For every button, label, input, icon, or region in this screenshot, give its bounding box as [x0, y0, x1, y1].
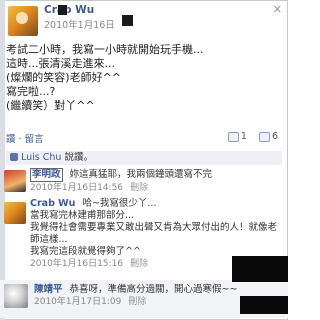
redaction-mark — [122, 15, 133, 26]
likes-suffix: 說讚。 — [64, 152, 93, 163]
post-line: 寫完啦...? — [6, 85, 56, 98]
author-avatar[interactable] — [8, 6, 38, 36]
comment-date[interactable]: 2010年1月16日14:56 — [30, 183, 123, 193]
author-name[interactable]: Crab Wu — [44, 4, 94, 16]
post-body: 考試二小時，我寫一小時就開始玩手機... 這時...張清溪走進來... (燦爛的… — [6, 43, 276, 113]
separator: · — [18, 134, 22, 145]
comment-icon — [258, 131, 270, 142]
comment-body: 當我寫完林建甫那部分... — [30, 210, 135, 221]
comment-item: 李明政 妳這真猛耶，我兩個鐘頭還寫不完 2010年1月16日14:56 刪除 — [0, 168, 288, 196]
commenter-avatar[interactable] — [4, 202, 26, 224]
delete-link[interactable]: 刪除 — [130, 183, 148, 193]
comment-text: 李明政 妳這真猛耶，我兩個鐘頭還寫不完 2010年1月16日14:56 刪除 — [30, 168, 282, 194]
comment-link[interactable]: 留言 — [25, 134, 44, 145]
delete-link[interactable]: 刪除 — [128, 297, 146, 307]
redaction-mark — [240, 296, 288, 314]
delete-link[interactable]: 刪除 — [130, 259, 148, 269]
comment-body: 我寫完這段就覺得夠了^^ — [30, 246, 141, 257]
commenter-name[interactable]: 李明政 — [30, 168, 63, 182]
liker-name[interactable]: Luis Chu — [21, 152, 61, 163]
comment-body: 恭喜呀，準備高分過關，開心過寒假~~ — [69, 284, 238, 295]
counts: 1 6 — [227, 131, 278, 142]
likes-line: Luis Chu 說讚。 — [6, 151, 282, 165]
comment-body: 妳這真猛耶，我兩個鐘頭還寫不完 — [69, 169, 213, 180]
post-date[interactable]: 2010年1月16日 — [44, 17, 115, 31]
action-bar: 讚 · 留言 1 6 — [6, 131, 282, 145]
post-line: (燦爛的笑容)老師好^^ — [6, 71, 122, 84]
comment-body: 哈~我寫很少丫... — [82, 198, 157, 209]
comment-count[interactable]: 6 — [272, 131, 278, 142]
comment-body: 我覺得社會需要專業又敢出聲又肯為大眾付出的人！就像老師這樣... — [30, 222, 278, 245]
like-link[interactable]: 讚 — [6, 134, 16, 145]
like-icon — [227, 131, 239, 142]
action-links: 讚 · 留言 — [6, 131, 44, 145]
like-icon — [10, 153, 18, 161]
post-line: 考試二小時，我寫一小時就開始玩手機... — [6, 43, 204, 56]
post-line: 這時...張清溪走進來... — [6, 57, 115, 70]
like-count[interactable]: 1 — [241, 131, 247, 142]
close-icon[interactable]: ✕ — [273, 3, 282, 16]
redaction-mark — [232, 256, 288, 282]
commenter-name[interactable]: Crab Wu — [30, 198, 75, 209]
comment-date[interactable]: 2010年1月17日1:09 — [34, 297, 121, 307]
redaction-mark — [58, 5, 67, 15]
comment-date[interactable]: 2010年1月16日15:16 — [30, 259, 123, 269]
commenter-avatar[interactable] — [4, 170, 26, 192]
post-line: (繼續笑）對丫^^ — [6, 99, 95, 112]
commenter-name[interactable]: 陳靖平 — [34, 284, 63, 295]
commenter-avatar[interactable] — [4, 284, 28, 308]
